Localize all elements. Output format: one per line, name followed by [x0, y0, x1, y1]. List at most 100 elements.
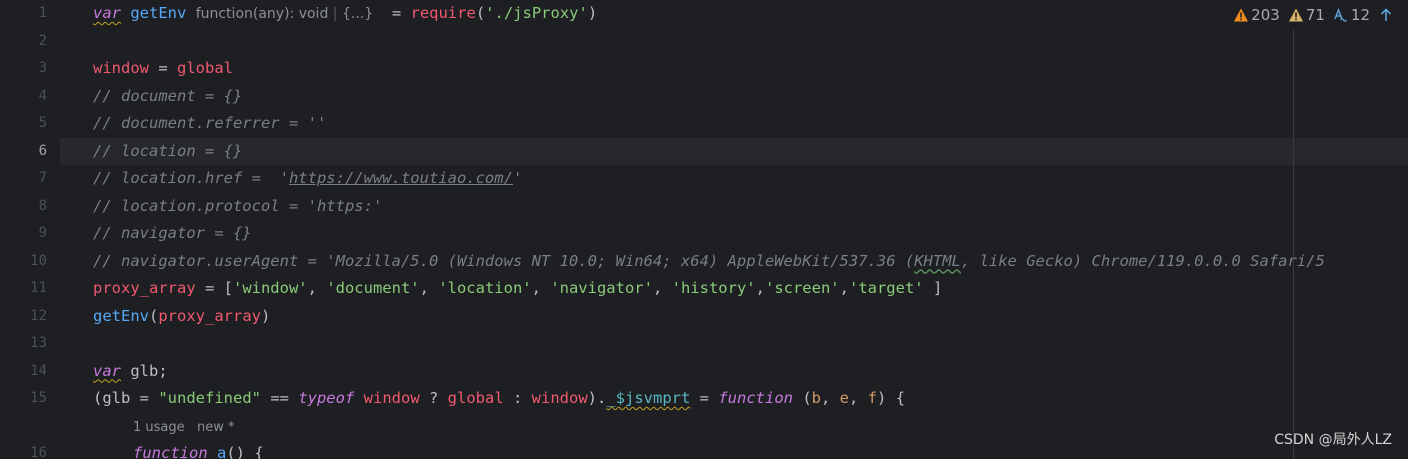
line-number: 2 — [38, 32, 47, 49]
warnings-indicator[interactable]: 71 — [1288, 6, 1325, 24]
line-number: 11 — [30, 280, 47, 296]
code-line-1[interactable]: var getEnv function(any): void | {...} =… — [93, 0, 1408, 28]
paren-open: ( — [149, 306, 159, 325]
collapsed-region[interactable]: {...} — [342, 6, 373, 22]
code-line-10[interactable]: // navigator.userAgent = 'Mozilla/5.0 (W… — [93, 248, 1408, 276]
keyword-var: var — [93, 361, 121, 380]
code-line-3[interactable]: window = global — [93, 55, 1408, 83]
paren-close: ) — [587, 4, 598, 22]
operator-eq: == — [260, 389, 299, 407]
expr-close: ). — [587, 389, 607, 407]
paren-close-brace: ) { — [877, 389, 906, 407]
hint-separator: | — [328, 6, 342, 22]
function-require[interactable]: require — [410, 4, 475, 22]
errors-count: 203 — [1251, 6, 1280, 24]
line-number-gutter[interactable]: 1 2 3 4 5 6 7 8 9 10 11 12 13 14 15 16 — [0, 0, 60, 459]
line-number: 8 — [38, 197, 47, 214]
string-item: 'history' — [671, 279, 756, 297]
line-number: 5 — [38, 115, 47, 131]
operator-colon: : — [503, 389, 532, 407]
param-b: b — [811, 389, 821, 407]
string-item: 'window' — [232, 279, 308, 297]
line-number: 9 — [38, 225, 47, 241]
comment-text: , like Gecko) Chrome/119.0.0.0 Safari/5 — [960, 251, 1325, 270]
string-undefined: "undefined" — [158, 389, 261, 407]
line-number: 13 — [30, 335, 47, 351]
identifier-window: window — [531, 389, 588, 407]
function-a[interactable]: a — [217, 444, 226, 459]
inspection-widget[interactable]: 203 71 12 — [1233, 6, 1394, 24]
line-number: 7 — [38, 170, 47, 186]
operator-assign: = — [690, 389, 719, 407]
string-item: 'screen' — [764, 279, 840, 297]
string-item: 'target' — [848, 279, 924, 297]
function-signature: () { — [226, 444, 264, 459]
identifier-window: window — [93, 59, 149, 77]
code-line-8[interactable]: // location.protocol = 'https:' — [93, 193, 1408, 221]
expr-open: (glb = — [93, 389, 159, 407]
comment-text: // location.href = ' — [93, 169, 289, 187]
line-number-current: 6 — [38, 142, 47, 159]
previous-highlighted-error-button[interactable] — [1378, 7, 1394, 23]
code-line-16[interactable]: function a() { — [133, 440, 1408, 459]
code-line-11[interactable]: proxy_array = ['window', 'document', 'lo… — [93, 275, 1408, 303]
line-number: 16 — [30, 445, 47, 459]
code-editor[interactable]: 1 2 3 4 5 6 7 8 9 10 11 12 13 14 15 16 v… — [0, 0, 1408, 459]
code-line-12[interactable]: getEnv(proxy_array) — [93, 303, 1408, 331]
string-item: 'navigator' — [550, 279, 653, 297]
code-line-5[interactable]: // document.referrer = '' — [93, 110, 1408, 138]
bracket-close: ] — [923, 279, 943, 297]
comment-text: ' — [512, 169, 523, 187]
param-f: f — [867, 389, 878, 407]
line-number: 1 — [38, 5, 47, 21]
arrow-up-icon — [1380, 8, 1392, 21]
identifier-global: global — [447, 389, 504, 407]
author-hint[interactable]: new * — [197, 420, 235, 435]
errors-indicator[interactable]: 203 — [1233, 6, 1280, 24]
operator-assign: = — [149, 59, 177, 77]
string-path: './jsProxy' — [485, 4, 588, 22]
comment-url-link[interactable]: https://www.toutiao.com/ — [289, 169, 513, 187]
line-number: 4 — [38, 87, 47, 104]
line-number: 3 — [38, 60, 47, 76]
typos-count: 12 — [1350, 6, 1370, 24]
code-area[interactable]: var getEnv function(any): void | {...} =… — [93, 0, 1408, 459]
paren-open: ( — [792, 389, 812, 407]
code-line-4[interactable]: // document = {} — [93, 83, 1408, 111]
string-item: 'location' — [438, 279, 532, 297]
code-line-14[interactable]: var glb; — [93, 358, 1408, 386]
code-line-6[interactable]: // location = {} — [93, 138, 1408, 166]
keyword-typeof: typeof — [298, 389, 355, 407]
code-line-9[interactable]: // navigator = {} — [93, 220, 1408, 248]
call-getEnv[interactable]: getEnv — [93, 307, 149, 325]
watermark: CSDN @局外人LZ — [1274, 432, 1392, 448]
line-number: 14 — [30, 362, 47, 379]
comment-text: // navigator.userAgent = 'Mozilla/5.0 (W… — [93, 251, 915, 270]
keyword-function: function — [133, 444, 208, 459]
paren-open: ( — [475, 4, 486, 22]
code-line-15[interactable]: (glb = "undefined" == typeof window ? gl… — [93, 385, 1408, 413]
param-e: e — [839, 389, 850, 407]
operator-ternary: ? — [419, 389, 448, 407]
warnings-count: 71 — [1305, 6, 1325, 24]
line-number: 10 — [30, 252, 47, 269]
identifier-global: global — [177, 59, 233, 77]
keyword-function: function — [718, 389, 793, 407]
line-number: 15 — [30, 390, 47, 406]
code-vision-hint[interactable]: 1 usage new * — [133, 413, 1408, 441]
identifier-window: window — [363, 389, 420, 407]
warning-icon — [1288, 8, 1303, 22]
string-item: 'document' — [326, 279, 420, 297]
identifier-getEnv[interactable]: getEnv — [130, 4, 186, 22]
type-hint: function(any): void — [195, 6, 329, 22]
usage-hint[interactable]: 1 usage — [133, 420, 185, 435]
code-line-7[interactable]: // location.href = 'https://www.toutiao.… — [93, 165, 1408, 193]
declaration-glb: glb; — [121, 361, 168, 380]
paren-close: ) — [261, 306, 271, 325]
warning-error-icon — [1234, 8, 1249, 22]
keyword-var: var — [93, 4, 121, 22]
property-jsvmprt[interactable]: _$jsvmprt — [606, 389, 690, 407]
comment-typo-word: KHTML — [914, 251, 961, 270]
typos-indicator[interactable]: 12 — [1333, 6, 1370, 24]
operator-assign: = [ — [195, 279, 233, 297]
